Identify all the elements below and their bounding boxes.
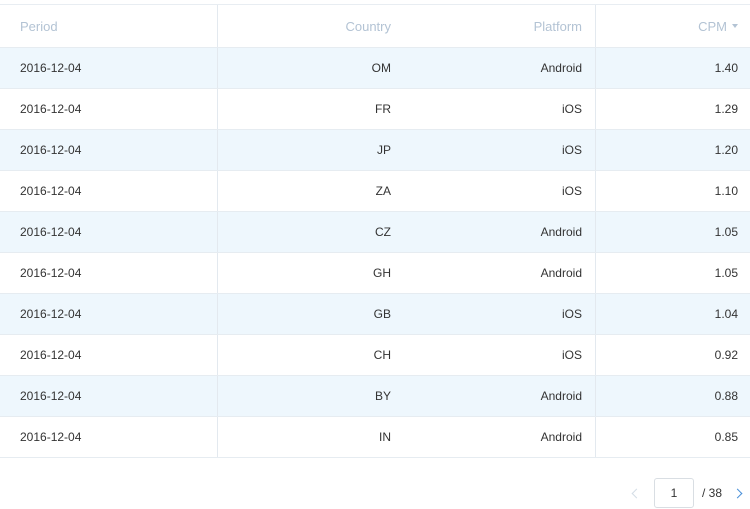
cell-cpm: 0.92 xyxy=(714,348,738,362)
table-row: 2016-12-04 ZA iOS 1.10 xyxy=(0,171,750,212)
cell-cpm: 1.40 xyxy=(714,61,738,75)
cell-platform: Android xyxy=(393,212,596,252)
cell-period: 2016-12-04 xyxy=(0,48,218,88)
cell-country: GB xyxy=(373,307,391,321)
next-page-button[interactable] xyxy=(728,477,750,509)
cell-period: 2016-12-04 xyxy=(0,212,218,252)
column-header-label: CPM xyxy=(698,18,727,34)
column-header-country[interactable]: Country xyxy=(218,5,393,47)
cell-cpm: 0.85 xyxy=(714,430,738,444)
cell-cpm: 1.20 xyxy=(714,143,738,157)
cell-platform: Android xyxy=(393,48,596,88)
cell-platform: iOS xyxy=(393,130,596,170)
prev-page-button[interactable] xyxy=(624,477,646,509)
cell-period: 2016-12-04 xyxy=(0,130,218,170)
table-row: 2016-12-04 CZ Android 1.05 xyxy=(0,212,750,253)
cell-period: 2016-12-04 xyxy=(0,335,218,375)
table-row: 2016-12-04 FR iOS 1.29 xyxy=(0,89,750,130)
cell-period: 2016-12-04 xyxy=(0,253,218,293)
cell-country: JP xyxy=(376,143,391,157)
cell-country: CZ xyxy=(375,225,391,239)
cell-period: 2016-12-04 xyxy=(0,89,218,129)
chevron-left-icon xyxy=(631,488,642,498)
column-header-cpm[interactable]: CPM xyxy=(596,5,750,47)
caret-down-icon[interactable] xyxy=(732,24,738,28)
cell-cpm: 1.04 xyxy=(714,307,738,321)
table-row: 2016-12-04 GH Android 1.05 xyxy=(0,253,750,294)
cell-period: 2016-12-04 xyxy=(0,417,218,457)
table-row: 2016-12-04 BY Android 0.88 xyxy=(0,376,750,417)
column-header-period[interactable]: Period xyxy=(0,5,218,47)
cell-cpm: 1.10 xyxy=(714,184,738,198)
cell-country: CH xyxy=(373,348,391,362)
cell-platform: Android xyxy=(393,417,596,457)
table-row: 2016-12-04 JP iOS 1.20 xyxy=(0,130,750,171)
total-pages-label: / 38 xyxy=(701,486,722,500)
data-table: Period Country Platform CPM 2016-12-04 O… xyxy=(0,4,750,458)
cell-platform: Android xyxy=(393,253,596,293)
column-header-label: Period xyxy=(20,18,58,34)
cell-cpm: 1.05 xyxy=(714,266,738,280)
column-header-label: Platform xyxy=(533,18,582,34)
cell-platform: iOS xyxy=(393,294,596,334)
cell-country: BY xyxy=(374,389,391,403)
cell-cpm: 0.88 xyxy=(714,389,738,403)
cell-country: FR xyxy=(375,102,391,116)
cell-cpm: 1.29 xyxy=(714,102,738,116)
table-header-row: Period Country Platform CPM xyxy=(0,5,750,48)
pagination: / 38 xyxy=(624,477,750,509)
cell-period: 2016-12-04 xyxy=(0,171,218,211)
column-header-platform[interactable]: Platform xyxy=(393,5,596,47)
column-header-label: Country xyxy=(345,18,391,34)
page-number-input[interactable] xyxy=(653,478,694,508)
cell-platform: iOS xyxy=(393,171,596,211)
chevron-right-icon xyxy=(732,488,743,498)
cell-platform: iOS xyxy=(393,335,596,375)
table-row: 2016-12-04 OM Android 1.40 xyxy=(0,48,750,89)
cell-period: 2016-12-04 xyxy=(0,294,218,334)
cell-country: ZA xyxy=(375,184,391,198)
table-row: 2016-12-04 IN Android 0.85 xyxy=(0,417,750,458)
page: Period Country Platform CPM 2016-12-04 O… xyxy=(0,0,750,509)
cell-period: 2016-12-04 xyxy=(0,376,218,416)
table-row: 2016-12-04 CH iOS 0.92 xyxy=(0,335,750,376)
cell-platform: iOS xyxy=(393,89,596,129)
cell-cpm: 1.05 xyxy=(714,225,738,239)
table-row: 2016-12-04 GB iOS 1.04 xyxy=(0,294,750,335)
cell-platform: Android xyxy=(393,376,596,416)
cell-country: GH xyxy=(373,266,391,280)
cell-country: OM xyxy=(371,61,391,75)
cell-country: IN xyxy=(379,430,391,444)
